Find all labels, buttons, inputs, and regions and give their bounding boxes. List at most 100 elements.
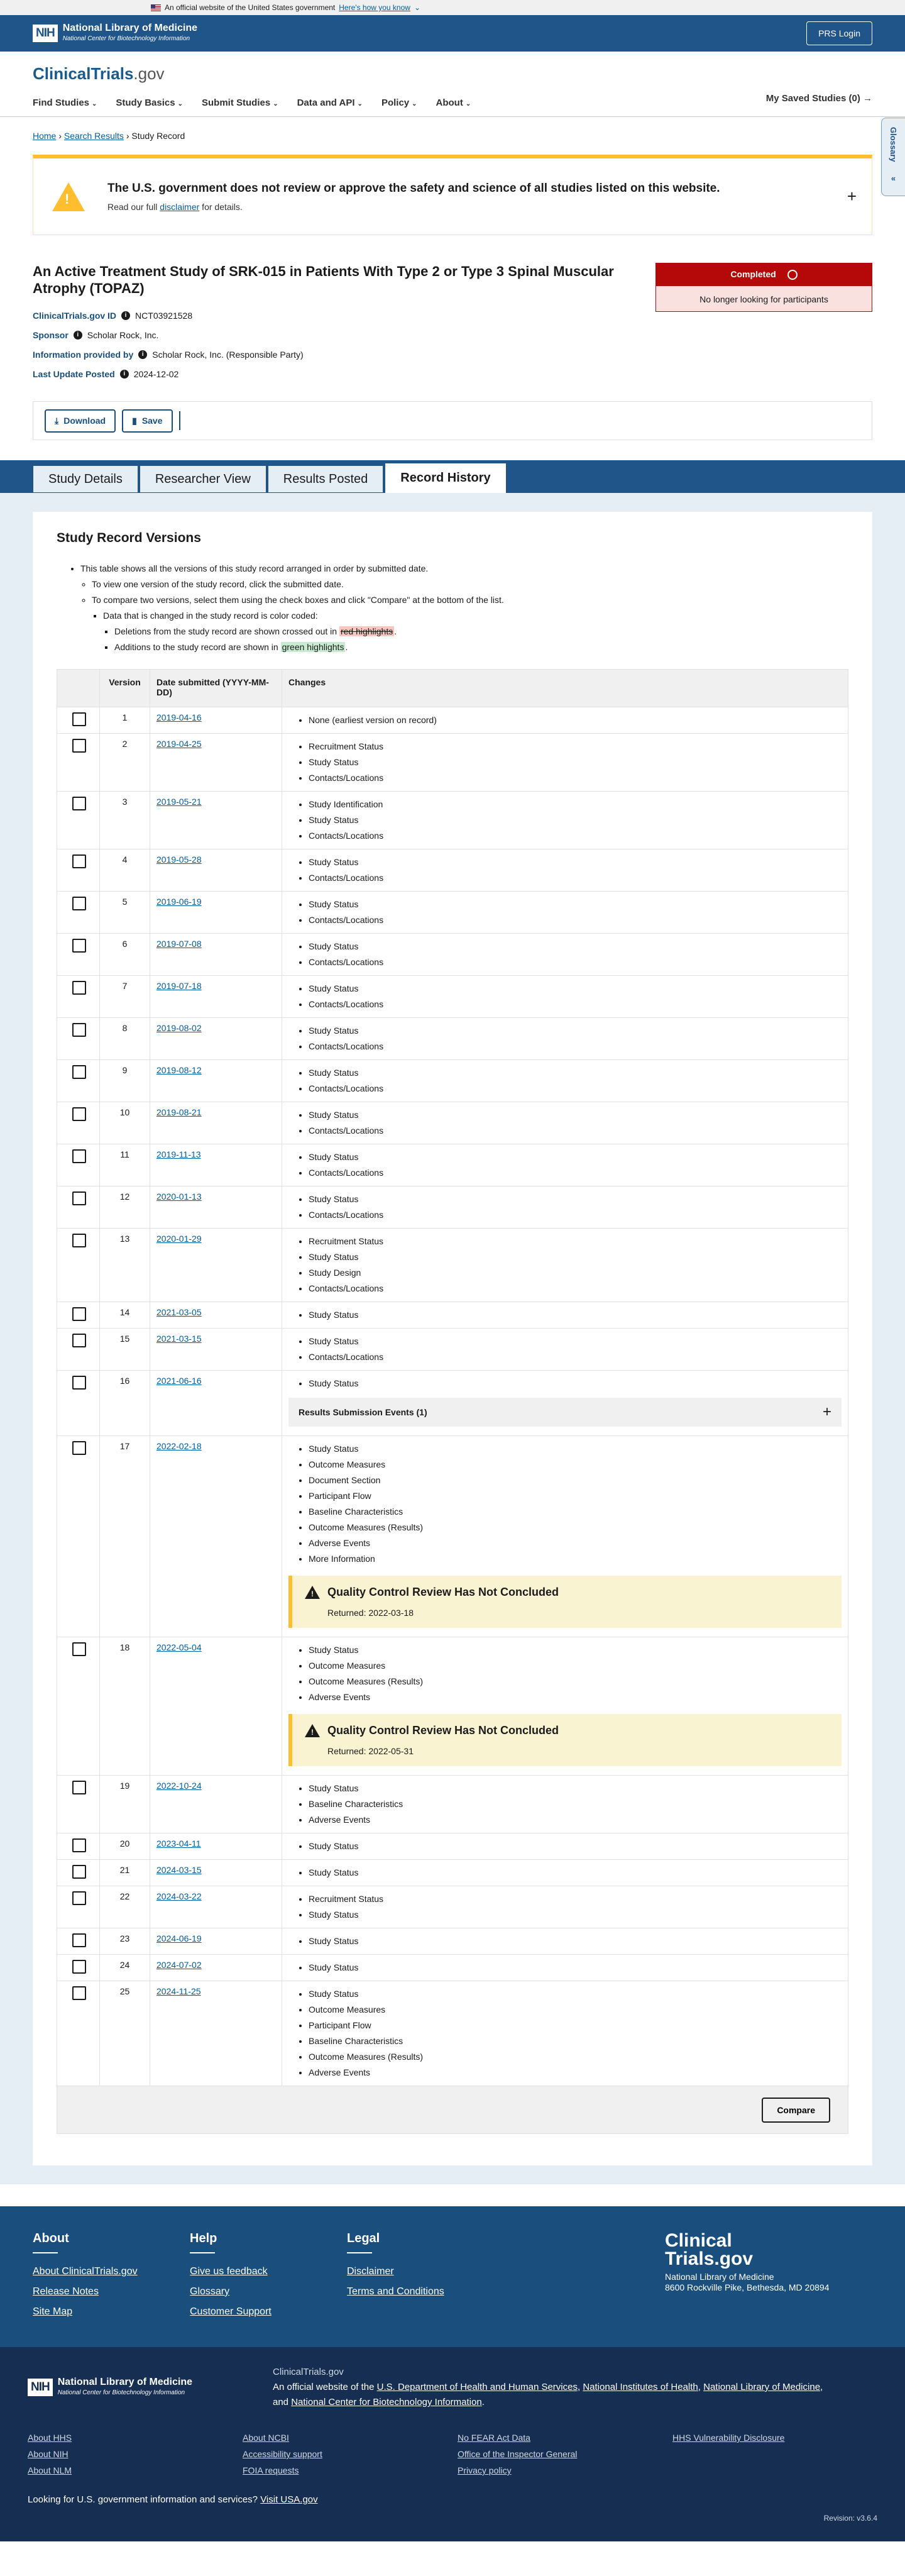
version-checkbox[interactable] — [72, 1065, 86, 1079]
footer-link-about-nlm[interactable]: About NLM — [28, 2465, 243, 2475]
version-checkbox[interactable] — [72, 1307, 86, 1321]
save-button[interactable]: ▮ Save — [122, 409, 173, 433]
nav-item-submit-studies[interactable]: Submit Studies ⌄ — [202, 97, 278, 108]
version-date-link[interactable]: 2019-04-16 — [156, 712, 202, 722]
version-date-link[interactable]: 2020-01-13 — [156, 1191, 202, 1202]
version-checkbox[interactable] — [72, 1642, 86, 1656]
version-checkbox[interactable] — [72, 981, 86, 995]
version-checkbox[interactable] — [72, 797, 86, 810]
footer-link-foia-requests[interactable]: FOIA requests — [243, 2465, 458, 2475]
version-date-link[interactable]: 2019-11-13 — [156, 1149, 201, 1159]
footer-link-about-nih[interactable]: About NIH — [28, 2449, 243, 2459]
info-icon[interactable]: i — [121, 311, 131, 320]
footer-link-terms-and-conditions[interactable]: Terms and Conditions — [347, 2286, 504, 2297]
footer-link-about-clinicaltrials-gov[interactable]: About ClinicalTrials.gov — [33, 2266, 190, 2277]
version-date-link[interactable]: 2022-02-18 — [156, 1441, 202, 1451]
version-date-link[interactable]: 2023-04-11 — [156, 1838, 201, 1849]
footer-link-about-ncbi[interactable]: About NCBI — [243, 2433, 458, 2443]
footer-link-about-hhs[interactable]: About HHS — [28, 2433, 243, 2443]
tab-study-details[interactable]: Study Details — [33, 465, 138, 493]
version-checkbox[interactable] — [72, 1865, 86, 1879]
version-checkbox[interactable] — [72, 939, 86, 953]
status-info-icon[interactable] — [787, 270, 798, 280]
version-date-link[interactable]: 2024-03-15 — [156, 1865, 202, 1875]
version-checkbox[interactable] — [72, 1960, 86, 1974]
footer-link-hhs-vulnerability-disclosure[interactable]: HHS Vulnerability Disclosure — [672, 2433, 887, 2443]
version-checkbox[interactable] — [72, 1781, 86, 1794]
breadcrumb-search-results[interactable]: Search Results — [64, 131, 124, 141]
version-date-link[interactable]: 2019-07-08 — [156, 939, 202, 949]
nih-logo[interactable]: NIH National Library of Medicine National… — [33, 23, 197, 44]
nav-item-study-basics[interactable]: Study Basics ⌄ — [116, 97, 183, 108]
version-date-link[interactable]: 2021-03-15 — [156, 1334, 202, 1344]
version-date-link[interactable]: 2019-08-02 — [156, 1023, 202, 1033]
footer-link-office-of-the-inspector-general[interactable]: Office of the Inspector General — [458, 2449, 672, 2459]
version-date-link[interactable]: 2024-06-19 — [156, 1933, 202, 1943]
version-checkbox[interactable] — [72, 1023, 86, 1037]
footer-link-no-fear-act-data[interactable]: No FEAR Act Data — [458, 2433, 672, 2443]
version-checkbox[interactable] — [72, 1334, 86, 1347]
footer-nih-logo[interactable]: NIH National Library of Medicine National… — [28, 2365, 254, 2410]
footer-link-customer-support[interactable]: Customer Support — [190, 2306, 347, 2318]
version-date-link[interactable]: 2024-11-25 — [156, 1986, 201, 1996]
nav-item-about[interactable]: About ⌄ — [436, 97, 471, 108]
info-icon[interactable]: i — [119, 370, 129, 379]
version-checkbox[interactable] — [72, 739, 86, 753]
tab-record-history[interactable]: Record History — [385, 463, 507, 493]
version-date-link[interactable]: 2019-05-28 — [156, 854, 202, 865]
version-date-link[interactable]: 2019-08-21 — [156, 1107, 202, 1117]
results-submission-events[interactable]: Results Submission Events (1) + — [288, 1398, 842, 1427]
version-checkbox[interactable] — [72, 1441, 86, 1455]
nav-item-policy[interactable]: Policy ⌄ — [381, 97, 417, 108]
version-date-link[interactable]: 2024-03-22 — [156, 1891, 202, 1901]
version-date-link[interactable]: 2019-05-21 — [156, 797, 202, 807]
version-checkbox[interactable] — [72, 712, 86, 726]
usagov-link[interactable]: Visit USA.gov — [260, 2494, 317, 2505]
footer-logo[interactable]: Clinical Trials.gov — [665, 2231, 772, 2269]
version-date-link[interactable]: 2019-06-19 — [156, 897, 202, 907]
version-checkbox[interactable] — [72, 1107, 86, 1121]
nlm-link[interactable]: National Library of Medicine — [703, 2382, 820, 2392]
version-date-link[interactable]: 2019-08-12 — [156, 1065, 202, 1075]
heres-how-link[interactable]: Here's how you know — [339, 3, 410, 12]
footer-link-give-us-feedback[interactable]: Give us feedback — [190, 2266, 347, 2277]
version-checkbox[interactable] — [72, 1891, 86, 1905]
tab-researcher-view[interactable]: Researcher View — [139, 465, 266, 493]
version-date-link[interactable]: 2022-05-04 — [156, 1642, 202, 1652]
breadcrumb-home[interactable]: Home — [33, 131, 56, 141]
footer-link-release-notes[interactable]: Release Notes — [33, 2286, 190, 2297]
glossary-tab[interactable]: Glossary « — [881, 118, 905, 196]
version-date-link[interactable]: 2020-01-29 — [156, 1234, 202, 1244]
disclaimer-link[interactable]: disclaimer — [160, 202, 199, 212]
version-checkbox[interactable] — [72, 1234, 86, 1247]
version-checkbox[interactable] — [72, 1933, 86, 1947]
footer-link-privacy-policy[interactable]: Privacy policy — [458, 2465, 672, 2475]
footer-link-glossary[interactable]: Glossary — [190, 2286, 347, 2297]
version-checkbox[interactable] — [72, 1149, 86, 1163]
version-checkbox[interactable] — [72, 854, 86, 868]
ncbi-link[interactable]: National Center for Biotechnology Inform… — [291, 2397, 482, 2407]
hhs-link[interactable]: U.S. Department of Health and Human Serv… — [377, 2382, 578, 2392]
footer-link-accessibility-support[interactable]: Accessibility support — [243, 2449, 458, 2459]
download-button[interactable]: ⤓ Download — [45, 409, 116, 433]
footer-link-disclaimer[interactable]: Disclaimer — [347, 2266, 504, 2277]
tab-results-posted[interactable]: Results Posted — [267, 465, 384, 493]
version-date-link[interactable]: 2021-06-16 — [156, 1376, 202, 1386]
footer-link-site-map[interactable]: Site Map — [33, 2306, 190, 2318]
version-checkbox[interactable] — [72, 1191, 86, 1205]
clinicaltrials-logo[interactable]: ClinicalTrials.gov — [33, 64, 872, 84]
version-date-link[interactable]: 2019-04-25 — [156, 739, 202, 749]
nav-item-find-studies[interactable]: Find Studies ⌄ — [33, 97, 97, 108]
compare-button[interactable]: Compare — [762, 2097, 830, 2123]
info-icon[interactable]: i — [73, 331, 82, 340]
version-checkbox[interactable] — [72, 1838, 86, 1852]
version-checkbox[interactable] — [72, 897, 86, 910]
version-date-link[interactable]: 2022-10-24 — [156, 1781, 202, 1791]
info-icon[interactable]: i — [138, 350, 148, 359]
version-checkbox[interactable] — [72, 1376, 86, 1390]
expand-plus-icon[interactable]: + — [847, 187, 857, 206]
my-saved-studies-link[interactable]: My Saved Studies (0) → — [766, 93, 872, 104]
version-checkbox[interactable] — [72, 1986, 86, 2000]
nav-item-data-and-api[interactable]: Data and API ⌄ — [297, 97, 363, 108]
version-date-link[interactable]: 2019-07-18 — [156, 981, 202, 991]
